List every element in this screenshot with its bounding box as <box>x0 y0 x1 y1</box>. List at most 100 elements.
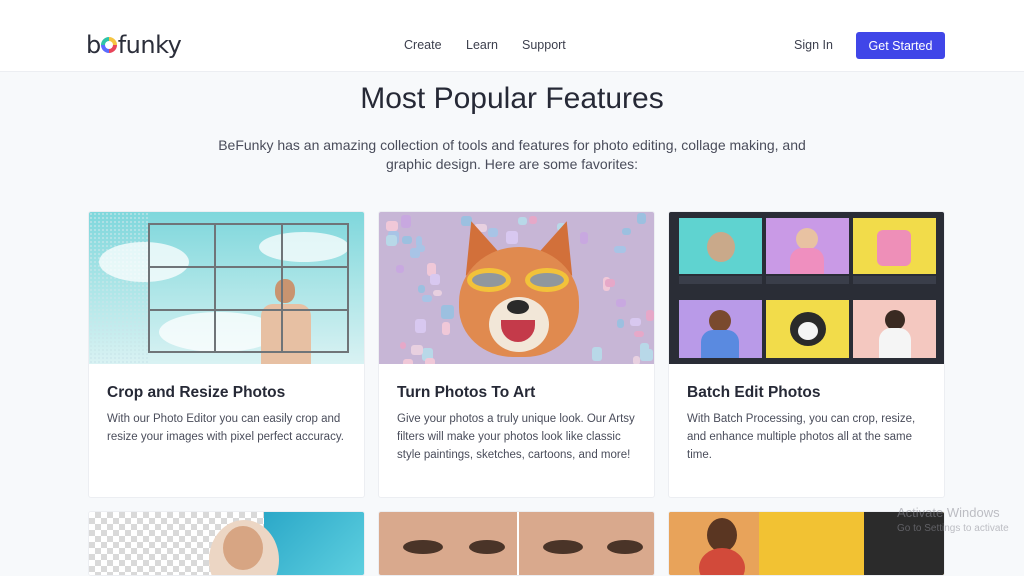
page-title: Most Popular Features <box>360 82 664 115</box>
size-label <box>853 276 936 284</box>
gift-box <box>877 230 911 266</box>
batch-photo <box>766 218 849 274</box>
person <box>701 330 739 358</box>
mosaic-tile <box>411 345 423 356</box>
mosaic-tile <box>634 330 644 338</box>
batch-photo <box>853 218 936 274</box>
mosaic-tile <box>640 349 654 362</box>
site-header: b funky Create Learn Support Sign In Get… <box>0 0 1024 72</box>
nav-learn[interactable]: Learn <box>466 38 498 52</box>
mosaic-tile <box>396 264 405 273</box>
mosaic-tile <box>613 246 627 254</box>
sunglasses-right <box>525 268 569 292</box>
person <box>885 310 905 330</box>
mosaic-tile <box>622 227 632 236</box>
batch-photo <box>853 300 936 358</box>
mosaic-tile <box>632 355 640 364</box>
nav-create[interactable]: Create <box>404 38 442 52</box>
feature-card-crop[interactable]: Crop and Resize Photos With our Photo Ed… <box>88 211 365 498</box>
grid-line <box>281 225 283 351</box>
size-label <box>766 276 849 284</box>
mosaic-tile <box>403 358 413 364</box>
person-face <box>223 526 263 570</box>
mosaic-tile <box>505 230 518 244</box>
photo-background <box>264 512 364 575</box>
pug <box>707 232 735 262</box>
touch-up-image <box>379 512 654 575</box>
mosaic-tile <box>441 321 451 335</box>
logo-ring-icon <box>100 37 117 53</box>
eye <box>607 540 643 554</box>
split-divider <box>517 512 519 575</box>
person <box>790 248 824 274</box>
mosaic-tile <box>630 318 642 327</box>
card-description: Give your photos a truly unique look. Ou… <box>397 413 635 461</box>
logo-wordmark: funky <box>117 31 182 59</box>
mosaic-tile <box>385 234 398 247</box>
mosaic-tile <box>616 299 626 308</box>
card-description: With our Photo Editor you can easily cro… <box>107 413 344 443</box>
mosaic-tile <box>441 304 455 319</box>
batch-photo <box>679 300 762 358</box>
feature-card-graphic-design[interactable] <box>668 511 945 576</box>
mosaic-tile <box>430 274 441 286</box>
mosaic-tile <box>617 318 624 328</box>
person <box>879 328 911 358</box>
graphic-design-image <box>669 512 944 575</box>
mosaic-tile <box>646 309 654 321</box>
card-title: Batch Edit Photos <box>687 384 821 401</box>
mosaic-tile <box>399 342 407 349</box>
mosaic-tile <box>401 215 412 228</box>
grid-line <box>214 225 216 351</box>
person <box>709 310 731 332</box>
grid-line <box>150 266 347 268</box>
person-face <box>707 518 737 552</box>
sign-in-link[interactable]: Sign In <box>794 38 833 52</box>
mosaic-tile <box>410 248 420 259</box>
dog <box>798 322 818 340</box>
nav-support[interactable]: Support <box>522 38 566 52</box>
mosaic-tile <box>605 278 615 287</box>
sunglasses-left <box>467 268 511 292</box>
person <box>796 228 818 250</box>
image-texture <box>89 212 148 364</box>
batch-photo <box>679 218 762 274</box>
card-title: Crop and Resize Photos <box>107 384 286 401</box>
mosaic-tile <box>425 357 435 364</box>
card-description: With Batch Processing, you can crop, res… <box>687 413 916 461</box>
mosaic-tile <box>418 285 425 294</box>
mosaic-tile <box>386 220 399 231</box>
get-started-button[interactable]: Get Started <box>856 32 945 59</box>
eye <box>403 540 443 554</box>
mosaic-tile <box>433 290 442 297</box>
page-subtitle: BeFunky has an amazing collection of too… <box>218 137 806 172</box>
size-label <box>679 276 762 284</box>
mosaic-tile <box>528 215 538 225</box>
feature-card-touch-up[interactable] <box>378 511 655 576</box>
feature-card-art[interactable]: Turn Photos To Art Give your photos a tr… <box>378 211 655 498</box>
dog-nose <box>507 300 529 314</box>
activate-windows-hint: Go to Settings to activate <box>897 523 1009 534</box>
feature-card-batch[interactable]: Batch Edit Photos With Batch Processing,… <box>668 211 945 498</box>
photo-panel <box>864 512 944 575</box>
mosaic-tile <box>415 319 426 333</box>
batch-preview-image <box>669 212 944 364</box>
batch-photo <box>766 300 849 358</box>
eye <box>543 540 583 554</box>
mosaic-tile <box>421 294 432 303</box>
background-remover-image <box>89 512 364 575</box>
grid-line <box>150 309 347 311</box>
befunky-logo[interactable]: b funky <box>86 30 182 60</box>
mosaic-tile <box>401 236 412 245</box>
eye <box>469 540 505 554</box>
crop-grid <box>148 223 349 353</box>
mosaic-tile <box>591 347 602 362</box>
mosaic-tile <box>517 217 527 225</box>
crop-preview-image <box>89 212 364 364</box>
card-title: Turn Photos To Art <box>397 384 536 401</box>
mosaic-tile <box>637 213 647 224</box>
logo-text-b: b <box>86 31 101 59</box>
art-preview-image <box>379 212 654 364</box>
feature-card-background-remover[interactable] <box>88 511 365 576</box>
activate-windows-watermark: Activate Windows <box>897 505 1000 520</box>
